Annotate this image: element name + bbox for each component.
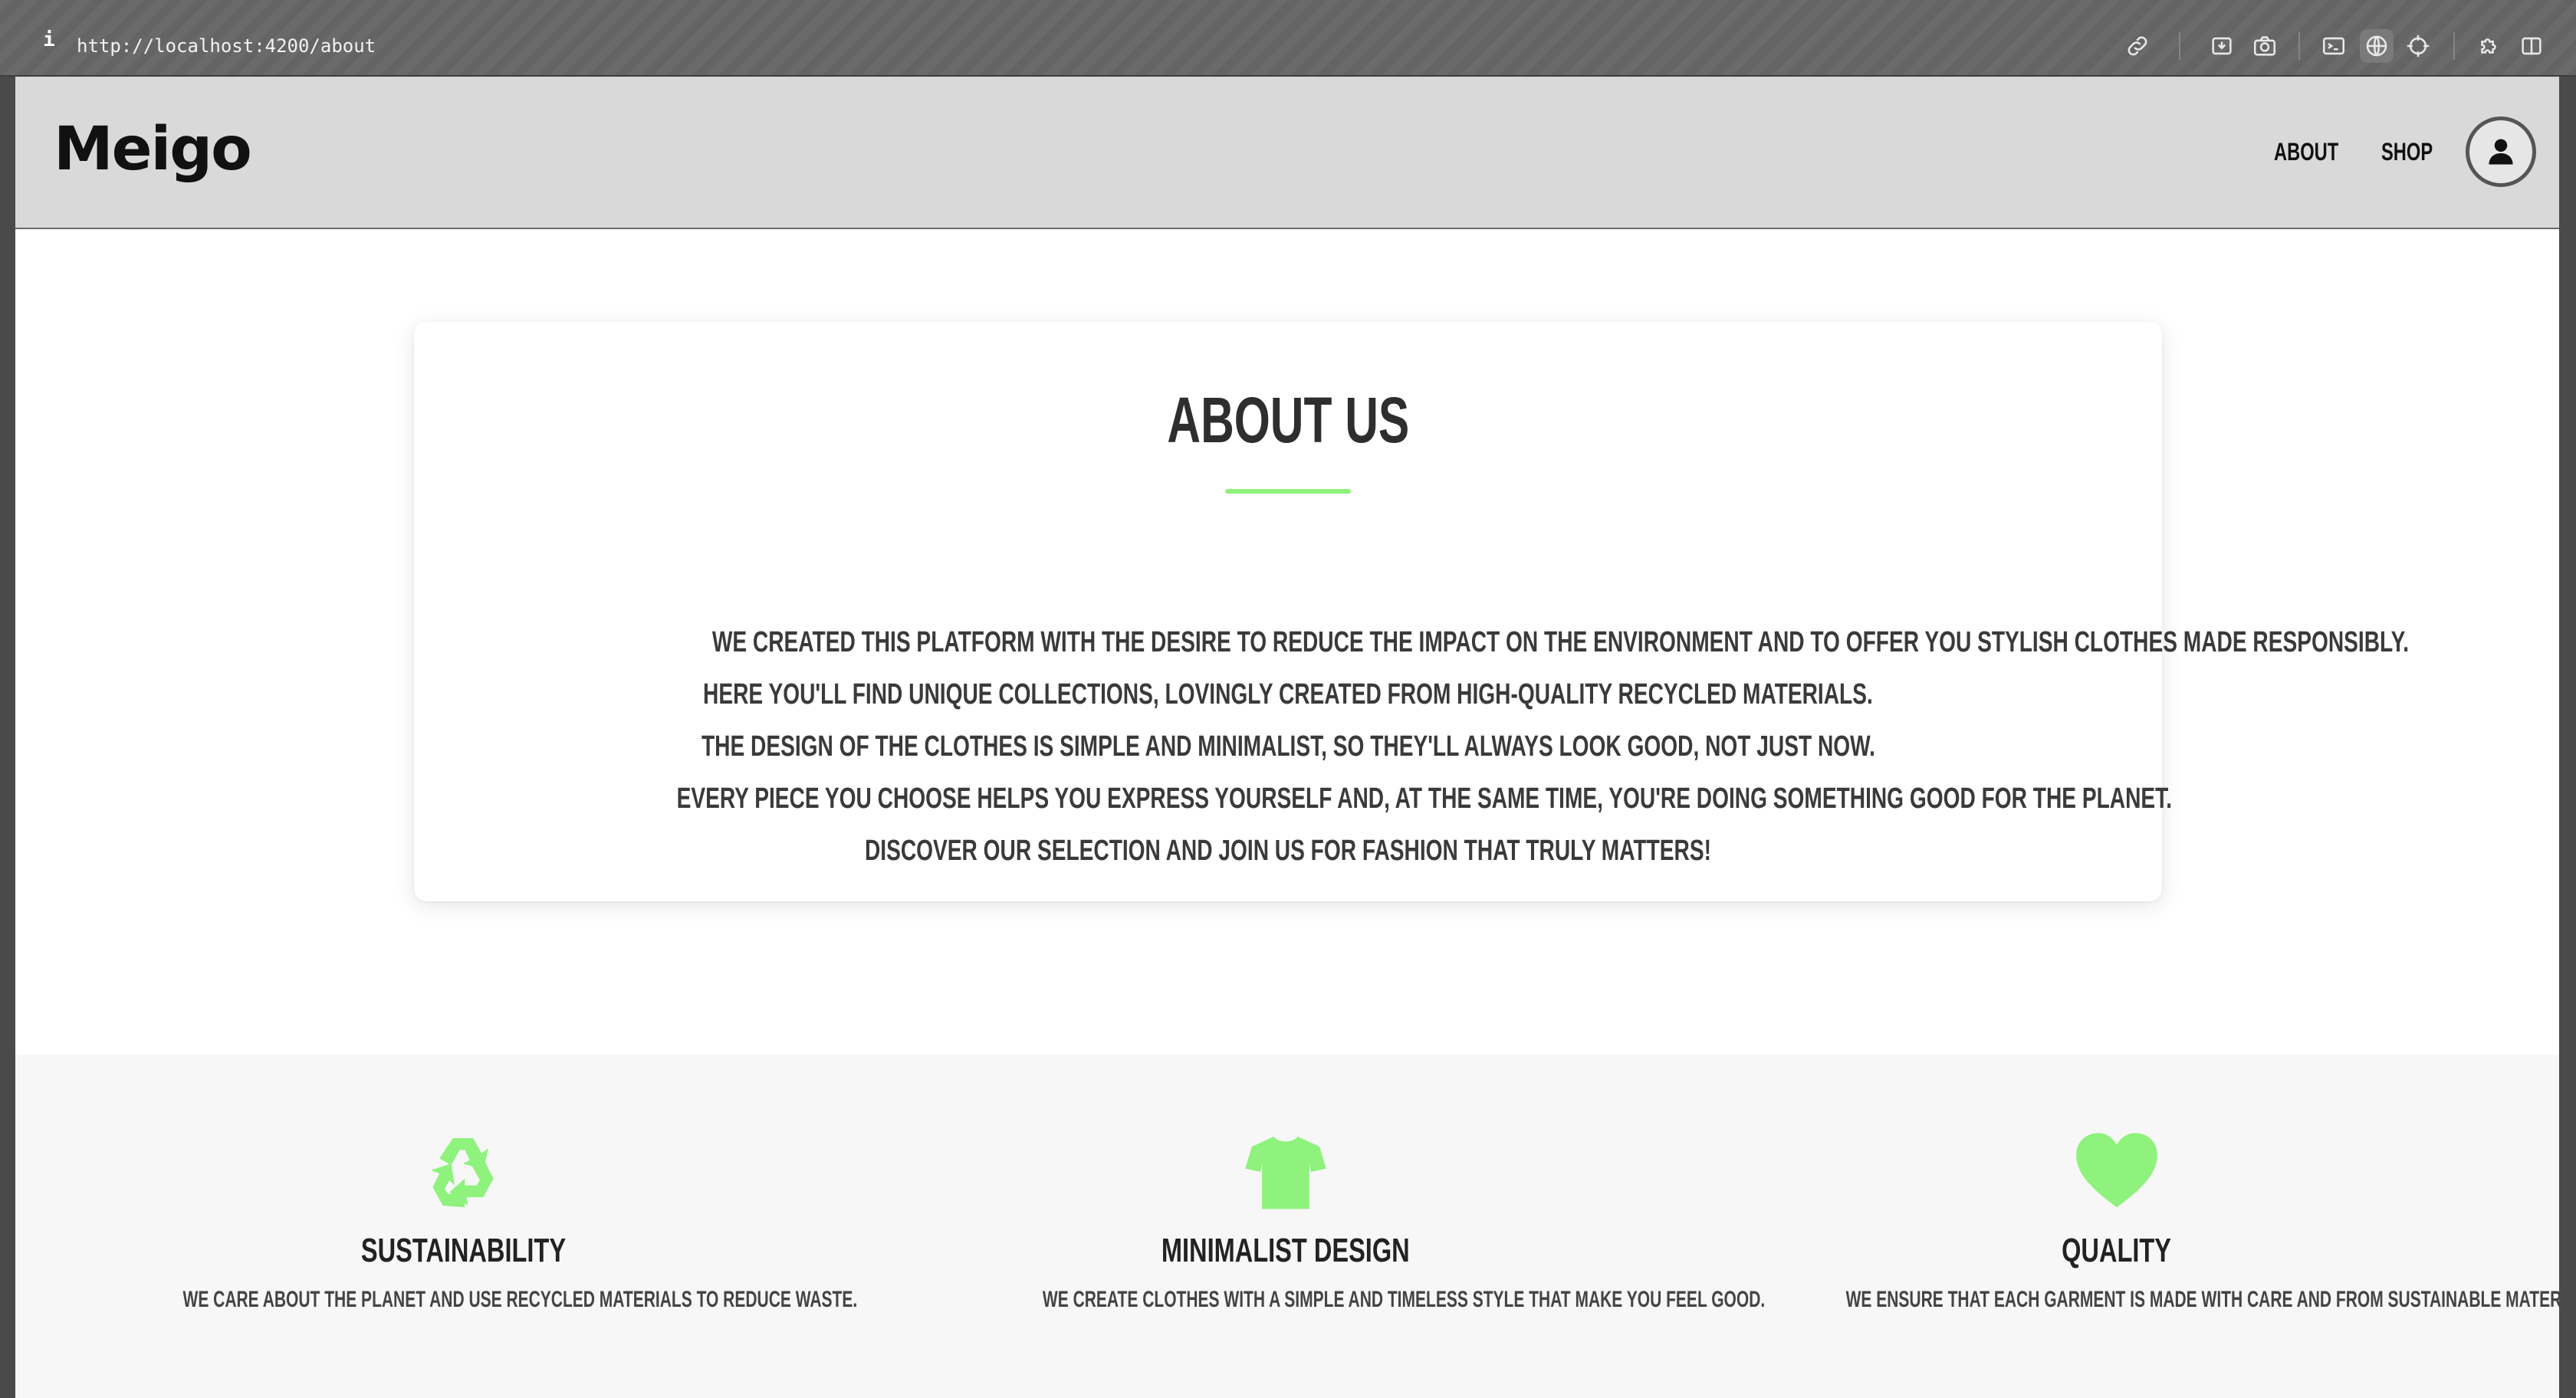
feature-title: MINIMALIST DESIGN [1162, 1232, 1410, 1269]
nav-about-wrapper: ABOUT [2274, 135, 2361, 169]
feature-description: WE CARE ABOUT THE PLANET AND USE RECYCLE… [182, 1287, 858, 1312]
feature-title: QUALITY [2062, 1232, 2172, 1269]
user-icon [2489, 139, 2513, 165]
browser-toolbar: i http://localhost:4200/about [0, 0, 2576, 77]
about-card: ABOUT US WE CREATED THIS PLATFORM WITH T… [414, 322, 2410, 901]
link-icon[interactable] [2121, 29, 2154, 63]
site-header: Meigo ABOUT SHOP [15, 77, 2559, 229]
site-logo[interactable]: Meigo [54, 115, 252, 184]
about-paragraph: DISCOVER OUR SELECTION AND JOIN US FOR F… [864, 835, 1712, 867]
feature-quality: QUALITY WE ENSURE THAT EACH GARMENT IS M… [1684, 1055, 2559, 1398]
browser-window: i http://localhost:4200/about Meigo ABOU… [0, 0, 2576, 1398]
toolbar-separator [2179, 32, 2180, 60]
address-bar[interactable]: http://localhost:4200/about [77, 32, 376, 60]
about-paragraph: WE CREATED THIS PLATFORM WITH THE DESIRE… [711, 626, 2410, 658]
page-title: ABOUT US [1167, 384, 1409, 456]
crosshair-icon[interactable] [2401, 29, 2435, 63]
about-paragraph: EVERY PIECE YOU CHOOSE HELPS YOU EXPRESS… [676, 783, 2173, 815]
split-view-icon[interactable] [2515, 29, 2548, 63]
page-viewport: Meigo ABOUT SHOP ABOUT US WE CREATED THI… [15, 77, 2559, 1398]
nav-link-shop[interactable]: SHOP [2381, 135, 2433, 169]
about-paragraph: THE DESIGN OF THE CLOTHES IS SIMPLE AND … [701, 730, 1875, 763]
feature-minimalist-design: MINIMALIST DESIGN WE CREATE CLOTHES WITH… [888, 1055, 1766, 1398]
feature-sustainability: SUSTAINABILITY WE CARE ABOUT THE PLANET … [38, 1055, 888, 1398]
tshirt-icon [1244, 1130, 1328, 1214]
profile-button[interactable] [2466, 116, 2536, 187]
extensions-icon[interactable] [2472, 29, 2505, 63]
title-underline [1225, 489, 1351, 494]
feature-description: WE CREATE CLOTHES WITH A SIMPLE AND TIME… [1042, 1287, 1766, 1312]
globe-icon[interactable] [2360, 29, 2394, 63]
nav-link-about[interactable]: ABOUT [2274, 135, 2338, 169]
feature-title: SUSTAINABILITY [360, 1232, 566, 1269]
nav-shop-wrapper: SHOP [2381, 135, 2451, 169]
about-paragraph: HERE YOU'LL FIND UNIQUE COLLECTIONS, LOV… [703, 678, 1873, 710]
heart-icon [2075, 1130, 2159, 1214]
recycle-icon [421, 1130, 505, 1214]
feature-description: WE ENSURE THAT EACH GARMENT IS MADE WITH… [1845, 1287, 2559, 1312]
terminal-icon[interactable] [2317, 29, 2351, 63]
download-page-icon[interactable] [2205, 29, 2239, 63]
toolbar-separator [2298, 32, 2300, 60]
site-info-icon[interactable]: i [40, 30, 58, 50]
camera-icon[interactable] [2248, 29, 2282, 63]
toolbar-separator [2453, 32, 2455, 60]
features-section: SUSTAINABILITY WE CARE ABOUT THE PLANET … [15, 1055, 2559, 1398]
